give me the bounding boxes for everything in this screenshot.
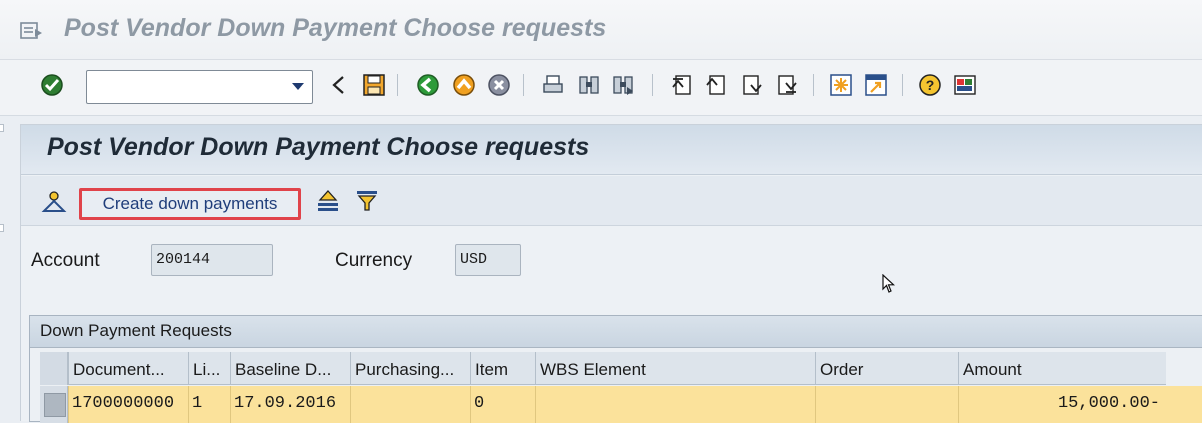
column-header-document[interactable]: Document... <box>68 352 188 385</box>
splitter-handle <box>0 124 4 132</box>
chevron-down-icon[interactable] <box>292 83 304 90</box>
separator <box>397 74 398 96</box>
table-header: Document... Li... Baseline D... Purchasi… <box>40 352 1166 385</box>
sort-icon[interactable] <box>315 188 341 214</box>
new-session-icon[interactable] <box>829 72 853 98</box>
help-icon[interactable]: ? <box>918 72 942 98</box>
page-title: Post Vendor Down Payment Choose requests <box>47 133 590 161</box>
cell-item[interactable]: 0 <box>470 386 535 423</box>
row-selector[interactable] <box>40 386 68 423</box>
svg-text:?: ? <box>926 77 935 93</box>
cell-line[interactable]: 1 <box>188 386 230 423</box>
print-icon[interactable] <box>541 72 565 98</box>
person-icon[interactable] <box>41 188 67 214</box>
cell-baseline-date[interactable]: 17.09.2016 <box>230 386 350 423</box>
command-field[interactable] <box>86 70 313 104</box>
splitter-handle <box>0 224 4 232</box>
menu-icon[interactable] <box>20 20 44 42</box>
requests-table: Document... Li... Baseline D... Purchasi… <box>40 352 1202 423</box>
title-bar: Post Vendor Down Payment Choose requests <box>0 0 1202 60</box>
cell-amount[interactable]: 15,000.00- <box>958 386 1166 423</box>
customize-layout-icon[interactable] <box>953 72 977 98</box>
exit-icon[interactable] <box>452 72 476 98</box>
separator <box>902 74 903 96</box>
back-arrow-icon[interactable] <box>327 72 351 98</box>
mouse-cursor-icon <box>882 273 896 294</box>
separator <box>652 74 653 96</box>
account-label: Account <box>31 250 100 271</box>
column-header-purchasing[interactable]: Purchasing... <box>350 352 470 385</box>
group-title: Down Payment Requests <box>30 316 1202 348</box>
back-icon[interactable] <box>416 72 440 98</box>
find-next-icon[interactable] <box>611 72 635 98</box>
command-input[interactable] <box>87 71 282 103</box>
save-icon[interactable] <box>362 72 386 98</box>
separator <box>813 74 814 96</box>
shortcut-icon[interactable] <box>864 72 888 98</box>
account-field[interactable]: 200144 <box>151 244 273 276</box>
cell-purchasing[interactable] <box>350 386 470 423</box>
column-header-baseline-date[interactable]: Baseline D... <box>230 352 350 385</box>
first-page-icon[interactable] <box>670 72 694 98</box>
column-header-item[interactable]: Item <box>470 352 535 385</box>
main-screen: Post Vendor Down Payment Choose requests… <box>20 124 1202 423</box>
column-header-wbs-element[interactable]: WBS Element <box>535 352 815 385</box>
next-page-icon[interactable] <box>740 72 764 98</box>
application-toolbar: Create down payments <box>21 176 1202 226</box>
currency-field[interactable]: USD <box>455 244 521 276</box>
previous-page-icon[interactable] <box>704 72 728 98</box>
column-header-line[interactable]: Li... <box>188 352 230 385</box>
find-icon[interactable] <box>577 72 601 98</box>
filter-icon[interactable] <box>354 188 380 214</box>
column-header-order[interactable]: Order <box>815 352 958 385</box>
column-header-amount[interactable]: Amount <box>958 352 1166 385</box>
cell-wbs-element[interactable] <box>535 386 815 423</box>
create-down-payments-label: Create down payments <box>102 194 278 213</box>
create-down-payments-button[interactable]: Create down payments <box>79 188 301 220</box>
last-page-icon[interactable] <box>775 72 799 98</box>
separator <box>523 74 524 96</box>
down-payment-requests-group: Down Payment Requests Document... Li... … <box>29 315 1202 423</box>
enter-icon[interactable] <box>40 72 64 98</box>
table-row[interactable]: 1700000000 1 17.09.2016 0 15,000.00- <box>40 386 1202 423</box>
cancel-icon[interactable] <box>487 72 511 98</box>
window-title: Post Vendor Down Payment Choose requests <box>64 14 607 42</box>
select-all-button[interactable] <box>40 352 68 385</box>
cell-document[interactable]: 1700000000 <box>68 386 188 423</box>
screen-header: Post Vendor Down Payment Choose requests <box>21 125 1202 175</box>
cell-order[interactable] <box>815 386 958 423</box>
currency-label: Currency <box>335 250 413 271</box>
